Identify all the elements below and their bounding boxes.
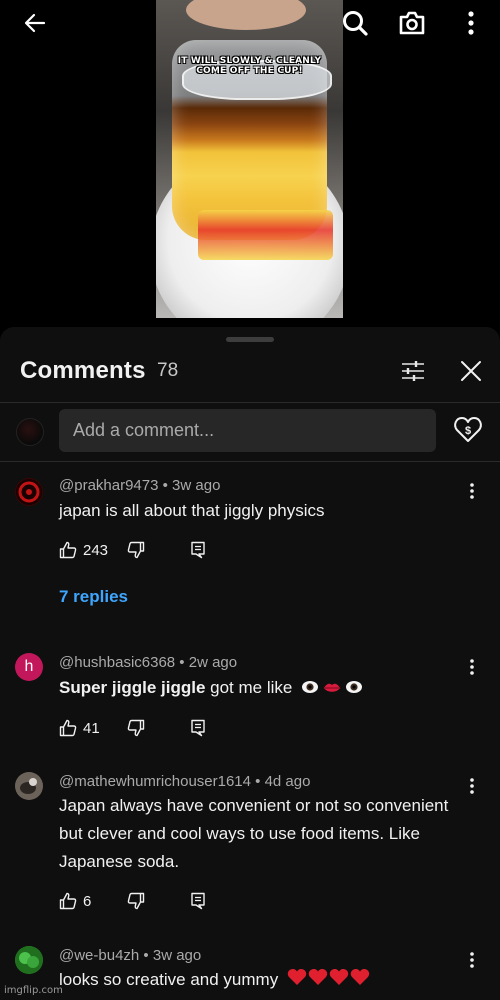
comment-text: japan is all about that jiggly physics: [59, 501, 325, 520]
lips-emoji-icon: [323, 675, 341, 703]
avatar[interactable]: [15, 946, 43, 974]
comment-item: @mathewhumrichouser1614 • 4d ago Japan a…: [0, 769, 500, 919]
sliders-icon[interactable]: [399, 357, 427, 385]
thumbs-down-icon: [127, 719, 145, 737]
comment-text: Super jiggle jiggle got me like: [59, 674, 469, 703]
thumbs-up-icon: [59, 892, 77, 910]
user-avatar: [16, 418, 44, 446]
reply-icon: [191, 892, 205, 910]
dislike-button[interactable]: [127, 716, 145, 740]
close-icon[interactable]: [457, 357, 485, 385]
comment-meta: @hushbasic6368 • 2w ago: [59, 654, 238, 671]
view-replies-link[interactable]: 7 replies: [59, 587, 128, 607]
shorts-comments-screen: IT WILL SLOWLY & CLEANLY COME OFF THE CU…: [0, 0, 500, 1000]
comment-text: looks so creative and yummy: [59, 966, 469, 995]
thumbs-down-icon: [127, 541, 145, 559]
video-player[interactable]: IT WILL SLOWLY & CLEANLY COME OFF THE CU…: [0, 0, 500, 332]
more-vert-icon[interactable]: [462, 948, 482, 972]
watermark: imgflip.com: [4, 985, 63, 996]
comment-text-bold: Super jiggle jiggle: [59, 678, 206, 697]
reply-icon: [191, 541, 205, 559]
video-frame: IT WILL SLOWLY & CLEANLY COME OFF THE CU…: [156, 0, 343, 318]
search-icon[interactable]: [340, 8, 370, 38]
avatar[interactable]: h: [15, 653, 43, 681]
thumbs-up-icon: [59, 719, 77, 737]
caption-line-2: COME OFF THE CUP!: [196, 66, 303, 76]
like-count: 243: [83, 541, 109, 559]
more-vert-icon[interactable]: [462, 479, 482, 503]
reply-button[interactable]: [190, 889, 206, 913]
comments-header: Comments 78: [0, 327, 500, 403]
super-thanks-icon[interactable]: $: [453, 414, 483, 444]
comment-actions: 243: [59, 538, 259, 562]
thumbs-down-icon: [127, 892, 145, 910]
reply-icon: [191, 719, 205, 737]
like-count: 6: [83, 892, 92, 910]
add-comment-input[interactable]: [59, 409, 436, 452]
caption-line-1: IT WILL SLOWLY & CLEANLY: [177, 56, 322, 66]
comments-title: Comments: [20, 357, 146, 384]
reply-button[interactable]: [190, 538, 206, 562]
thumbs-up-icon: [59, 541, 77, 559]
dislike-button[interactable]: [127, 889, 145, 913]
comment-meta: @mathewhumrichouser1614 • 4d ago: [59, 773, 311, 790]
video-caption: IT WILL SLOWLY & CLEANLY COME OFF THE CU…: [156, 56, 343, 76]
more-vert-icon[interactable]: [462, 655, 482, 679]
like-button[interactable]: 6: [59, 889, 91, 913]
more-vert-icon[interactable]: [456, 8, 486, 38]
reply-button[interactable]: [190, 716, 206, 740]
comments-sheet: Comments 78 $: [0, 327, 500, 1000]
hand-image: [186, 0, 306, 30]
avatar-letter: h: [24, 658, 34, 675]
header-divider: [0, 402, 500, 403]
avatar[interactable]: [15, 478, 43, 506]
comment-item: h @hushbasic6368 • 2w ago Super jiggle j…: [0, 650, 500, 750]
svg-text:$: $: [465, 425, 471, 437]
eye-emoji-icon: [345, 675, 363, 703]
camera-icon[interactable]: [397, 8, 427, 38]
comment-meta: @prakhar9473 • 3w ago: [59, 477, 221, 494]
comment-meta: @we-bu4zh • 3w ago: [59, 947, 202, 964]
eye-emoji-icon: [301, 675, 319, 703]
like-count: 41: [83, 719, 100, 737]
comment-text-rest: got me like: [205, 678, 293, 697]
arrow-left-icon[interactable]: [20, 8, 50, 38]
add-comment-row: $: [0, 404, 500, 464]
comment-actions: 41: [59, 716, 259, 740]
comment-text: Japan always have convenient or not so c…: [59, 796, 449, 871]
avatar[interactable]: [15, 772, 43, 800]
comment-actions: 6: [59, 889, 259, 913]
cup-label-image: [198, 210, 333, 260]
comments-count: 78: [157, 360, 179, 381]
like-button[interactable]: 243: [59, 538, 108, 562]
comment-item: @we-bu4zh • 3w ago looks so creative and…: [0, 943, 500, 1000]
comment-text-body: looks so creative and yummy: [59, 970, 279, 989]
like-button[interactable]: 41: [59, 716, 100, 740]
heart-emoji-icon: [287, 967, 373, 995]
dislike-button[interactable]: [127, 538, 145, 562]
more-vert-icon[interactable]: [462, 774, 482, 798]
input-divider: [0, 461, 500, 462]
comment-item: @prakhar9473 • 3w ago japan is all about…: [0, 472, 500, 622]
